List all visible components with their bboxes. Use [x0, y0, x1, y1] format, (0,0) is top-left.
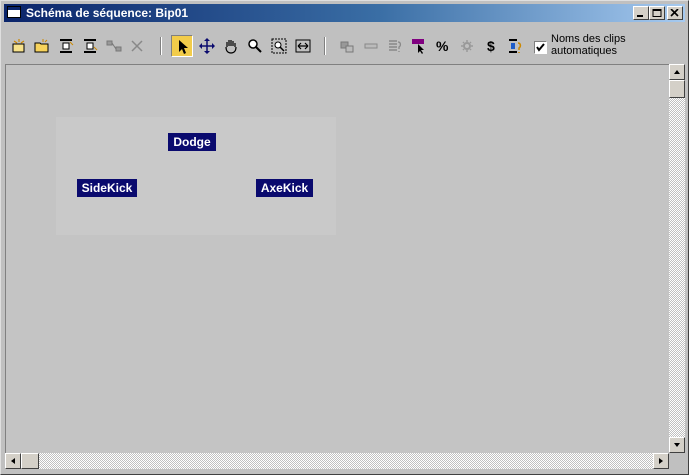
- insert-before-icon[interactable]: [55, 35, 77, 57]
- minimize-button[interactable]: [633, 6, 649, 20]
- window-icon: [7, 6, 21, 18]
- horizontal-scrollbar[interactable]: [5, 453, 669, 469]
- percent-icon[interactable]: %: [432, 35, 454, 57]
- arrow-left-icon: [11, 458, 15, 464]
- sequence-canvas[interactable]: Dodge SideKick AxeKick: [5, 64, 669, 453]
- minus-icon[interactable]: [360, 35, 382, 57]
- auto-clip-names-label[interactable]: Noms des clips automatiques: [551, 33, 661, 57]
- arrow-right-icon: [659, 458, 663, 464]
- maximize-button[interactable]: [649, 6, 665, 20]
- scroll-right-button[interactable]: [653, 453, 669, 469]
- close-button[interactable]: [667, 6, 683, 20]
- minimize-icon: [637, 15, 643, 17]
- dollar-icon[interactable]: $: [481, 35, 503, 57]
- svg-text:$: $: [487, 38, 495, 54]
- move-icon[interactable]: [196, 35, 218, 57]
- delete-icon[interactable]: [126, 35, 148, 57]
- select-color-icon[interactable]: [408, 35, 430, 57]
- toolbar: % $ Noms des clips automatiques: [4, 25, 685, 63]
- vertical-scroll-thumb[interactable]: [669, 80, 685, 98]
- gear-icon[interactable]: [456, 35, 478, 57]
- clip-node-sidekick[interactable]: SideKick: [77, 179, 137, 197]
- clip-info-icon[interactable]: [504, 35, 526, 57]
- insert-after-icon[interactable]: [79, 35, 101, 57]
- scroll-left-button[interactable]: [5, 453, 21, 469]
- horizontal-scroll-thumb[interactable]: [21, 453, 39, 469]
- close-icon: [670, 9, 679, 17]
- scrollbar-corner: [669, 453, 685, 469]
- create-clip-icon[interactable]: [8, 35, 30, 57]
- svg-text:%: %: [436, 38, 449, 54]
- zoom-icon[interactable]: [244, 35, 266, 57]
- maximize-icon: [652, 9, 662, 17]
- auto-clip-names-checkbox[interactable]: [534, 41, 547, 54]
- checkmark-icon: [536, 43, 545, 52]
- set-start-clip-icon[interactable]: [336, 35, 358, 57]
- zoom-region-icon[interactable]: [268, 35, 290, 57]
- pan-icon[interactable]: [220, 35, 242, 57]
- arrow-down-icon: [674, 443, 680, 447]
- optimize-icon[interactable]: [384, 35, 406, 57]
- open-clip-icon[interactable]: [31, 35, 53, 57]
- sequence-schema-window: Schéma de séquence: Bip01 % $ Noms des c…: [0, 0, 689, 475]
- connect-icon[interactable]: [103, 35, 125, 57]
- vertical-scrollbar[interactable]: [669, 64, 685, 453]
- scroll-up-button[interactable]: [669, 64, 685, 80]
- title-bar[interactable]: Schéma de séquence: Bip01: [4, 4, 685, 22]
- fit-width-icon[interactable]: [292, 35, 314, 57]
- select-icon[interactable]: [171, 35, 193, 57]
- window-title: Schéma de séquence: Bip01: [26, 6, 189, 20]
- arrow-up-icon: [674, 70, 680, 74]
- toolbar-separator: [160, 37, 162, 55]
- toolbar-separator: [324, 37, 326, 55]
- scroll-down-button[interactable]: [669, 437, 685, 453]
- clip-node-axekick[interactable]: AxeKick: [256, 179, 313, 197]
- clip-node-dodge[interactable]: Dodge: [168, 133, 216, 151]
